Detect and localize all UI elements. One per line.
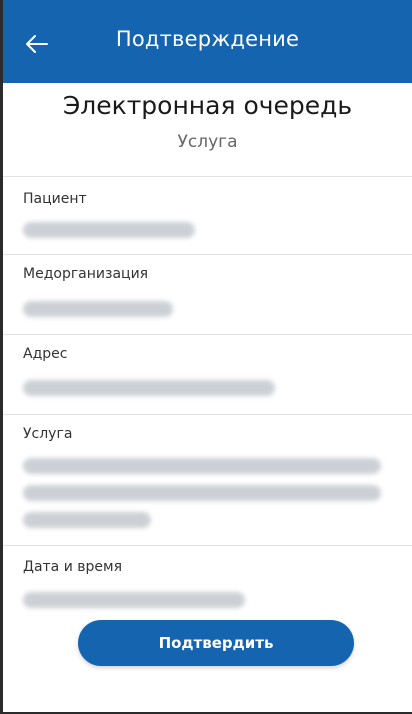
- confirm-button[interactable]: Подтвердить: [78, 620, 354, 666]
- field-label: Пациент: [23, 191, 87, 207]
- medorganization-value-redacted: [23, 301, 173, 317]
- service-subheading: Услуга: [177, 132, 238, 152]
- address-value-redacted: [23, 380, 275, 396]
- service-value-redacted-line-2: [23, 485, 381, 501]
- service-value-redacted-line-1: [23, 458, 381, 474]
- field-label: Услуга: [23, 426, 73, 442]
- service-value-redacted-line-3: [23, 512, 151, 528]
- patient-value-redacted: [23, 222, 195, 238]
- app-bar: Подтверждение: [3, 0, 412, 83]
- field-label: Адрес: [23, 346, 68, 362]
- service-field: Услуга: [3, 414, 412, 546]
- patient-field: Пациент: [3, 176, 412, 255]
- datetime-value-redacted: [23, 592, 245, 608]
- page-title: Подтверждение: [115, 27, 300, 51]
- queue-heading: Электронная очередь: [62, 91, 353, 120]
- field-label: Дата и время: [23, 559, 122, 575]
- address-field: Адрес: [3, 334, 412, 415]
- field-label: Медорганизация: [23, 266, 149, 282]
- datetime-field: Дата и время: [3, 545, 412, 616]
- medorganization-field: Медорганизация: [3, 254, 412, 335]
